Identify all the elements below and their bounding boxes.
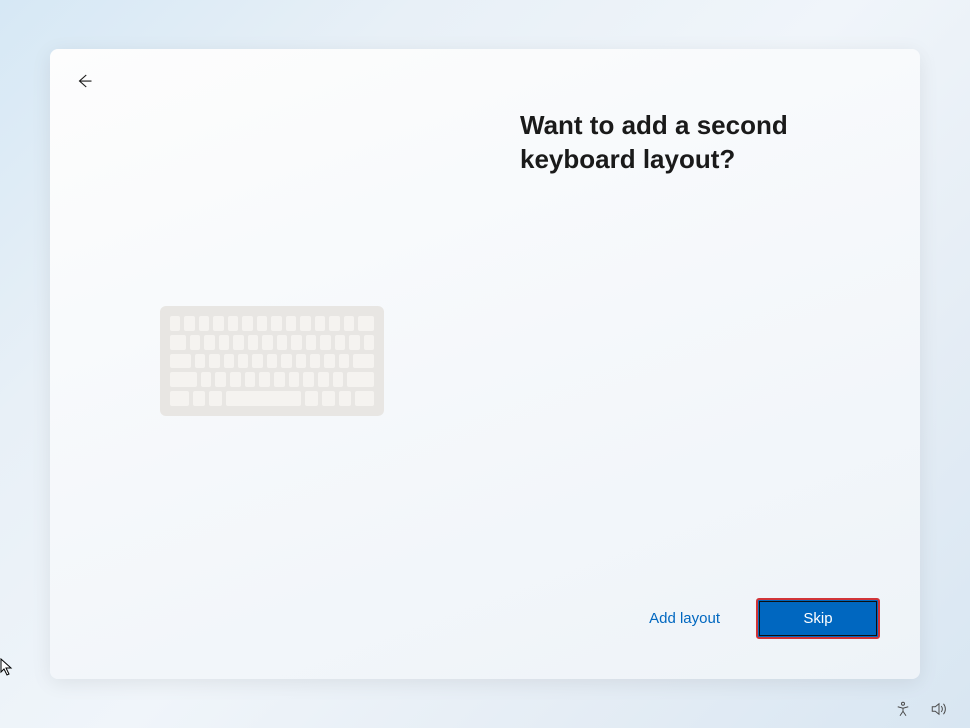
back-arrow-icon (75, 72, 93, 95)
action-buttons: Add layout Skip (637, 598, 880, 639)
accessibility-icon[interactable] (894, 700, 914, 720)
skip-button[interactable]: Skip (756, 598, 880, 639)
system-tray (894, 700, 950, 720)
keyboard-icon (160, 306, 384, 416)
back-button[interactable] (72, 71, 96, 95)
add-layout-button[interactable]: Add layout (637, 602, 732, 635)
volume-icon[interactable] (930, 700, 950, 720)
setup-card: Want to add a second keyboard layout? Ad… (50, 49, 920, 679)
mouse-cursor-icon (0, 658, 16, 674)
page-title: Want to add a second keyboard layout? (520, 109, 870, 177)
